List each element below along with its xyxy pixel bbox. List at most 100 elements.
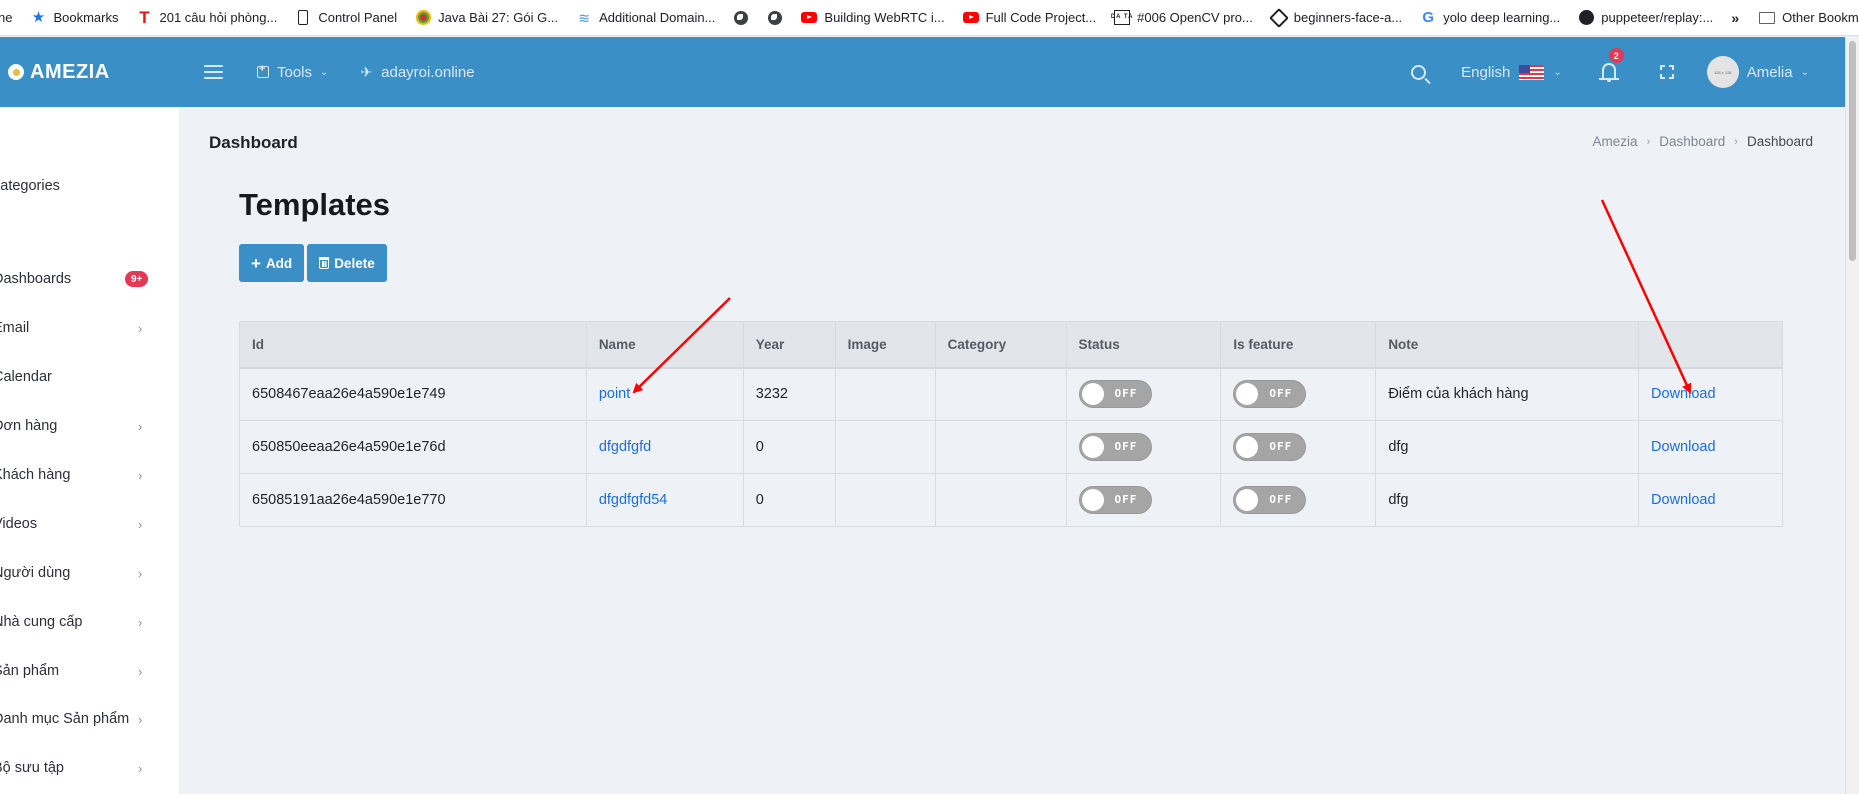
- sidebar-item-calendar[interactable]: Calendar: [0, 362, 179, 392]
- sidebar-item-label: Khách hàng: [0, 467, 71, 483]
- sidebar-item-dashboards[interactable]: Dashboards 9+: [0, 264, 179, 294]
- sidebar-item-label: Bộ sưu tập: [0, 760, 64, 776]
- sidebar-item-suppliers[interactable]: Nhà cung cấp ›: [0, 607, 179, 637]
- column-header-name[interactable]: Name: [585, 321, 744, 369]
- toolbar: + Add Delete: [239, 244, 387, 282]
- logo-text: AMEZIA: [30, 60, 110, 83]
- bookmark-item[interactable]: puppeteer/replay:...: [1578, 10, 1713, 26]
- bookmark-item[interactable]: ≋ Additional Domain...: [576, 10, 715, 26]
- bookmark-item[interactable]: beginners-face-a...: [1268, 7, 1402, 28]
- chevron-right-icon: ›: [138, 320, 143, 336]
- column-header-image[interactable]: Image: [834, 321, 936, 369]
- fullscreen-corner: [1659, 65, 1665, 70]
- search-icon[interactable]: [1411, 64, 1427, 80]
- sidebar-item-label: Dashboards: [0, 271, 72, 287]
- chevron-right-icon: ›: [138, 516, 143, 532]
- download-link[interactable]: Download: [1651, 439, 1716, 455]
- toggle-knob: [1081, 436, 1104, 458]
- more-bookmarks-button[interactable]: »: [1731, 10, 1739, 26]
- data-icon: DA TA: [1111, 10, 1132, 25]
- toggle-label: OFF: [1114, 387, 1138, 401]
- table-row: 6508467eaa26e4a590e1e749 point 3232 OFF …: [239, 367, 1783, 421]
- column-header-is-feature[interactable]: Is feature: [1220, 321, 1377, 369]
- cell-category: [934, 367, 1067, 421]
- chevron-right-icon: ›: [1646, 135, 1651, 148]
- sidebar-item-videos[interactable]: Videos ›: [0, 509, 179, 539]
- fullscreen-icon[interactable]: [1659, 65, 1674, 79]
- status-toggle[interactable]: OFF: [1078, 486, 1152, 514]
- status-toggle[interactable]: OFF: [1078, 380, 1152, 409]
- menu-toggle-button[interactable]: [204, 65, 223, 79]
- airplane-icon: ✈: [360, 63, 373, 80]
- add-label: Add: [265, 255, 293, 271]
- bell-clapper: [1606, 80, 1611, 82]
- table-row: 650850eeaa26e4a590e1e76d dfgdfgfd 0 OFF …: [239, 420, 1783, 474]
- is-feature-toggle[interactable]: OFF: [1233, 433, 1307, 461]
- t-letter-icon: T: [139, 8, 150, 27]
- page-title: Templates: [239, 187, 391, 222]
- bookmark-label: Control Panel: [318, 10, 398, 25]
- delete-button[interactable]: Delete: [307, 244, 387, 282]
- bookmark-item[interactable]: [733, 10, 749, 26]
- logo[interactable]: AMEZIA: [8, 61, 204, 84]
- scrollbar-thumb[interactable]: [1849, 41, 1856, 261]
- bookmark-item[interactable]: Gyolo deep learning...: [1420, 10, 1560, 26]
- user-name: Amelia: [1746, 63, 1793, 81]
- column-header-note[interactable]: Note: [1375, 321, 1640, 369]
- chevron-right-icon: ›: [138, 565, 143, 581]
- bookmark-item[interactable]: Full Code Project...: [962, 10, 1097, 26]
- bookmark-label: Java Bài 27: Gói G...: [438, 10, 559, 25]
- column-header-year[interactable]: Year: [742, 321, 836, 369]
- site-link[interactable]: ✈ adayroi.online: [360, 64, 474, 81]
- sidebar-item-users[interactable]: Người dùng ›: [0, 558, 179, 588]
- bookmark-item[interactable]: Java Bài 27: Gói G...: [415, 10, 558, 26]
- bookmark-item[interactable]: [767, 10, 783, 26]
- sidebar-item-categories[interactable]: categories: [0, 171, 179, 201]
- column-header-category[interactable]: Category: [934, 321, 1067, 369]
- site-domain-label: adayroi.online: [381, 63, 475, 81]
- name-link[interactable]: dfgdfgfd54: [599, 492, 668, 508]
- cell-status: OFF: [1065, 420, 1222, 474]
- is-feature-toggle[interactable]: OFF: [1233, 380, 1307, 409]
- user-menu[interactable]: 128 x 128 Amelia ⌄: [1706, 56, 1809, 88]
- status-toggle[interactable]: OFF: [1078, 433, 1152, 461]
- bookmark-item[interactable]: Control Panel: [295, 10, 397, 26]
- download-link[interactable]: Download: [1651, 492, 1716, 508]
- sidebar-item-email[interactable]: Email ›: [0, 313, 179, 343]
- bell-icon: [1598, 63, 1619, 80]
- download-link[interactable]: Download: [1651, 386, 1716, 402]
- bookmark-item[interactable]: Building WebRTC i...: [801, 10, 945, 26]
- other-bookmarks-button[interactable]: Other Bookmarks: [1759, 10, 1859, 26]
- bookmark-item[interactable]: DA TA #006 OpenCV pro...: [1111, 10, 1253, 25]
- cell-id: 6508467eaa26e4a590e1e749: [239, 367, 587, 421]
- sidebar-item-orders[interactable]: Đơn hàng ›: [0, 411, 179, 441]
- sidebar-item-customers[interactable]: Khách hàng ›: [0, 460, 179, 490]
- breadcrumb-item[interactable]: Dashboard: [1659, 134, 1725, 149]
- cell-status: OFF: [1065, 367, 1222, 421]
- github-icon: [1578, 10, 1594, 26]
- notifications-button[interactable]: 2: [1598, 48, 1624, 82]
- name-link[interactable]: dfgdfgfd: [599, 439, 651, 455]
- sidebar-item-product-categories[interactable]: Danh mục Sản phẩm ›: [0, 704, 179, 734]
- fullscreen-corner: [1659, 74, 1665, 79]
- is-feature-toggle[interactable]: OFF: [1233, 486, 1307, 514]
- page-scrollbar[interactable]: [1845, 37, 1859, 794]
- sidebar-item-products[interactable]: Sản phẩm ›: [0, 656, 179, 686]
- language-selector[interactable]: English ⌄: [1461, 64, 1562, 81]
- bookmark-item[interactable]: ne: [0, 10, 12, 25]
- bookmark-item[interactable]: ★ Bookmarks: [30, 10, 119, 26]
- column-header-status[interactable]: Status: [1065, 321, 1222, 369]
- cell-note: dfg: [1375, 473, 1640, 527]
- column-header-id[interactable]: Id: [239, 321, 587, 369]
- bookmark-label: Full Code Project...: [985, 10, 1097, 25]
- tools-dropdown[interactable]: Tools ⌄: [257, 63, 329, 81]
- breadcrumb-item[interactable]: Amezia: [1593, 134, 1638, 149]
- name-link[interactable]: point: [599, 386, 630, 402]
- sidebar-item-collections[interactable]: Bộ sưu tập ›: [0, 753, 179, 783]
- bookmark-label: 201 câu hỏi phòng...: [159, 10, 278, 25]
- cell-name: point: [585, 367, 744, 421]
- chevron-down-icon: ⌄: [320, 66, 329, 78]
- bookmark-item[interactable]: T 201 câu hỏi phòng...: [137, 8, 278, 27]
- add-button[interactable]: + Add: [239, 244, 305, 282]
- sidebar-item-label: Nhà cung cấp: [0, 614, 83, 630]
